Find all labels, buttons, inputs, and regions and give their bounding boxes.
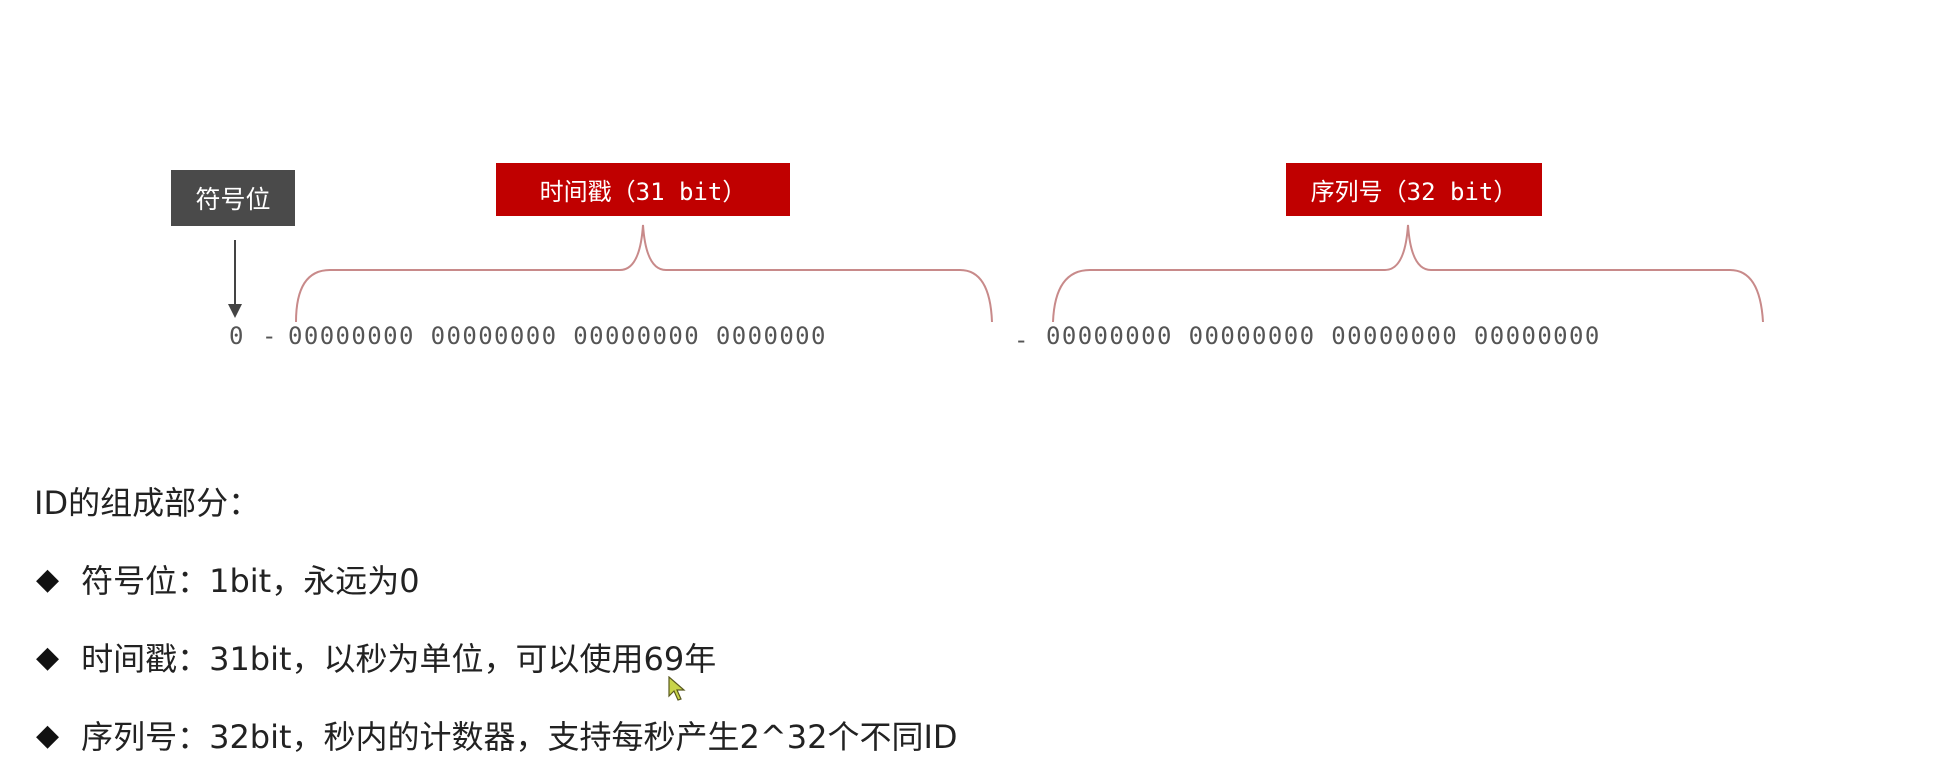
sign-bit-value: 0 — [229, 322, 245, 350]
timestamp-bits: 00000000 00000000 00000000 0000000 — [288, 322, 827, 350]
sign-separator: - — [262, 322, 278, 350]
sequence-brace — [1052, 224, 1764, 323]
sequence-bits: 00000000 00000000 00000000 00000000 — [1046, 322, 1601, 350]
timestamp-brace — [295, 224, 993, 323]
composition-item-text: 符号位：1bit，永远为0 — [81, 562, 420, 600]
composition-item-timestamp: ◆ 时间戳：31bit，以秒为单位，可以使用69年 — [36, 634, 716, 680]
composition-item-text: 序列号：32bit，秒内的计数器，支持每秒产生2^32个不同ID — [81, 718, 958, 756]
composition-item-sign: ◆ 符号位：1bit，永远为0 — [36, 556, 420, 602]
diamond-bullet-icon: ◆ — [36, 561, 60, 597]
diamond-bullet-icon: ◆ — [36, 717, 60, 753]
composition-item-text: 时间戳：31bit，以秒为单位，可以使用69年 — [81, 640, 717, 678]
sign-bit-label: 符号位 — [171, 170, 295, 226]
mouse-cursor-icon — [668, 676, 686, 701]
composition-title: ID的组成部分： — [34, 484, 261, 522]
sign-arrow-head — [228, 304, 242, 318]
timestamp-label: 时间戳（31 bit） — [496, 163, 790, 216]
timestamp-separator: - — [1014, 326, 1030, 354]
sequence-label: 序列号（32 bit） — [1286, 163, 1542, 216]
composition-item-sequence: ◆ 序列号：32bit，秒内的计数器，支持每秒产生2^32个不同ID — [36, 712, 958, 758]
diamond-bullet-icon: ◆ — [36, 639, 60, 675]
